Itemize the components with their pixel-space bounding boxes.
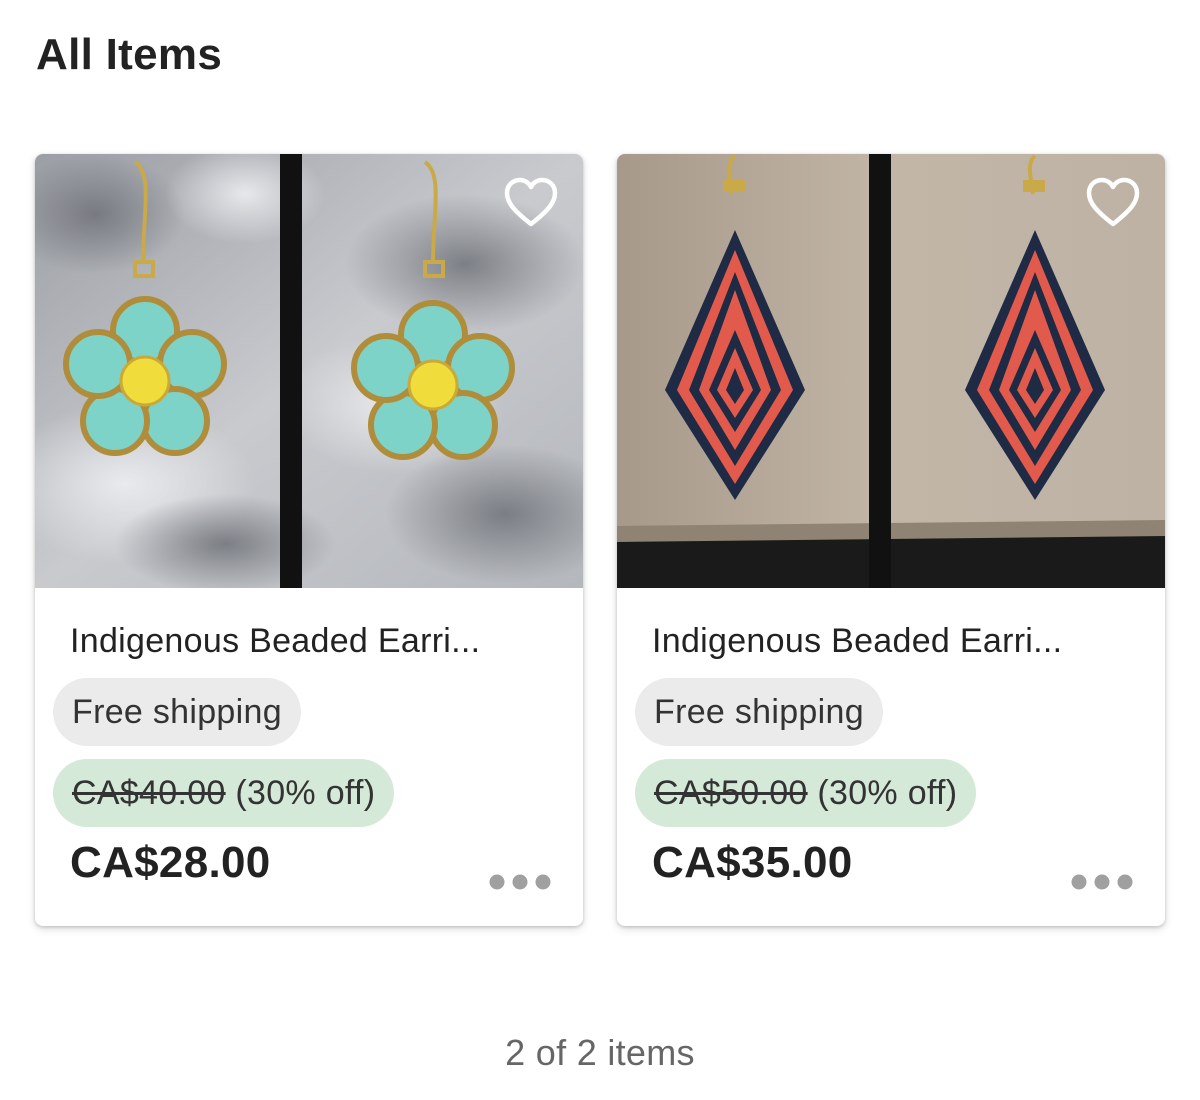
favorite-heart-icon[interactable]	[1083, 174, 1143, 234]
free-shipping-badge: Free shipping	[635, 678, 883, 746]
listing-card[interactable]: Indigenous Beaded Earri... Free shipping…	[35, 154, 583, 926]
more-options-icon[interactable]	[487, 870, 553, 894]
listing-title[interactable]: Indigenous Beaded Earri...	[652, 622, 1132, 661]
favorite-heart-icon[interactable]	[501, 174, 561, 234]
original-price: CA$40.00	[72, 774, 226, 812]
sale-badge: CA$40.00 (30% off)	[53, 759, 395, 827]
more-options-icon[interactable]	[1069, 870, 1135, 894]
free-shipping-badge: Free shipping	[53, 678, 301, 746]
listing-card[interactable]: Indigenous Beaded Earri... Free shipping…	[617, 154, 1165, 926]
discount-label: (30% off)	[235, 774, 376, 812]
original-price: CA$50.00	[654, 774, 808, 812]
page-title: All Items	[36, 30, 223, 79]
sale-price: CA$35.00	[652, 838, 853, 887]
item-count: 2 of 2 items	[505, 1032, 695, 1073]
discount-label: (30% off)	[817, 774, 958, 812]
sale-price: CA$28.00	[70, 838, 271, 887]
sale-badge: CA$50.00 (30% off)	[635, 759, 977, 827]
listing-title[interactable]: Indigenous Beaded Earri...	[70, 622, 550, 661]
